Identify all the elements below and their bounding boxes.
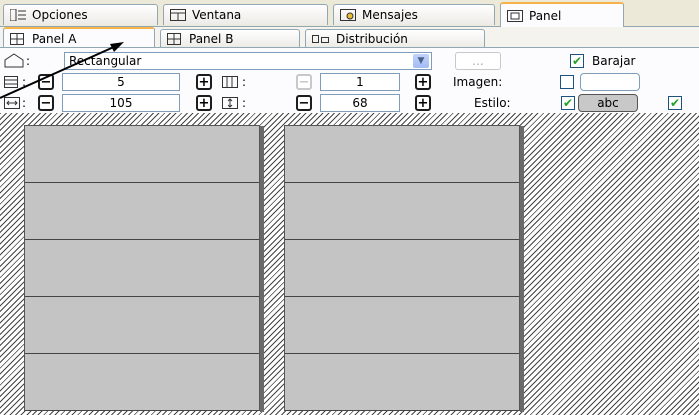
panel-preview-area xyxy=(0,113,699,415)
style-sample: abc xyxy=(597,96,619,110)
panel-cell[interactable] xyxy=(25,297,259,354)
panel-cell[interactable] xyxy=(25,183,259,240)
tab-distribucion[interactable]: Distribución xyxy=(305,29,485,47)
grid-icon xyxy=(167,32,181,45)
rows-increment-button[interactable]: + xyxy=(196,74,212,90)
panel-icon xyxy=(507,9,523,22)
panel-cell[interactable] xyxy=(25,354,259,411)
cols-value: 1 xyxy=(356,75,364,89)
extra-checkbox[interactable]: ✔ xyxy=(668,96,682,110)
height-decrement-button[interactable]: − xyxy=(296,95,312,111)
style-checkbox[interactable]: ✔ xyxy=(561,96,575,110)
style-button[interactable]: abc xyxy=(578,94,638,112)
tab-label: Panel B xyxy=(189,31,234,46)
panel-cell[interactable] xyxy=(25,240,259,297)
messages-icon xyxy=(340,9,356,21)
image-button[interactable] xyxy=(580,73,640,91)
annotation-arrow-icon xyxy=(0,42,124,99)
top-tab-strip: Opciones Ventana Mensajes Panel xyxy=(0,0,699,27)
style-label: Estilo: xyxy=(474,96,511,110)
panel-column-left xyxy=(24,125,264,412)
chevron-down-icon[interactable]: ▼ xyxy=(413,54,429,68)
tab-label: Ventana xyxy=(192,8,242,22)
width-increment-button[interactable]: + xyxy=(196,95,212,111)
panel-cell[interactable] xyxy=(285,126,519,183)
tab-opciones[interactable]: Opciones xyxy=(3,4,158,25)
layout-icon xyxy=(312,33,330,45)
tab-ventana[interactable]: Ventana xyxy=(163,4,328,25)
panel-cell[interactable] xyxy=(285,183,519,240)
tab-panel[interactable]: Panel xyxy=(500,2,624,27)
panel-cell[interactable] xyxy=(25,126,259,183)
cols-colon: : xyxy=(242,75,247,89)
cols-decrement-button[interactable]: − xyxy=(296,74,312,90)
cols-field[interactable]: 1 xyxy=(320,73,400,91)
window-icon xyxy=(170,9,186,21)
cols-increment-button[interactable]: + xyxy=(415,74,431,90)
tab-label: Distribución xyxy=(336,31,408,46)
height-field[interactable]: 68 xyxy=(320,94,400,112)
panel-cell[interactable] xyxy=(285,354,519,411)
browse-button[interactable]: ... xyxy=(455,52,501,70)
panel-cell[interactable] xyxy=(285,240,519,297)
columns-icon xyxy=(222,73,238,91)
tab-label: Mensajes xyxy=(362,8,418,22)
height-colon: : xyxy=(242,96,247,110)
shuffle-checkbox[interactable]: ✔ xyxy=(570,54,584,68)
height-increment-button[interactable]: + xyxy=(415,95,431,111)
panel-cell[interactable] xyxy=(285,297,519,354)
shuffle-label: Barajar xyxy=(592,54,636,68)
image-checkbox[interactable] xyxy=(560,75,574,89)
tab-label: Opciones xyxy=(32,8,88,22)
image-label: Imagen: xyxy=(453,75,503,89)
tab-mensajes[interactable]: Mensajes xyxy=(333,4,495,25)
height-value: 68 xyxy=(352,96,368,110)
panel-column-right xyxy=(284,125,524,412)
browse-label: ... xyxy=(472,54,484,68)
tab-panel-b[interactable]: Panel B xyxy=(160,29,300,47)
height-icon xyxy=(222,94,238,112)
tab-label: Panel xyxy=(529,8,562,23)
list-icon xyxy=(9,8,26,22)
